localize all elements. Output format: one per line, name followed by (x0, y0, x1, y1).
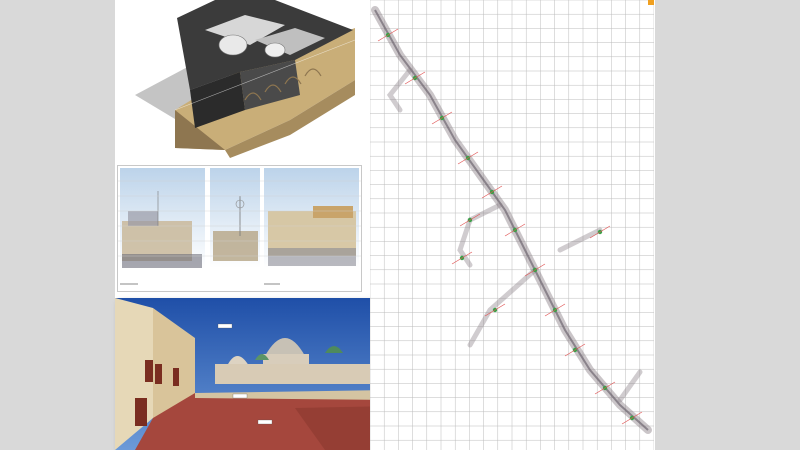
corner-marker (648, 0, 654, 5)
rooftop-panorama-photo (115, 298, 392, 450)
scan-traverse-plan (370, 0, 654, 450)
cutaway-model-image (115, 0, 370, 160)
point-cloud-sections-image (117, 165, 362, 292)
